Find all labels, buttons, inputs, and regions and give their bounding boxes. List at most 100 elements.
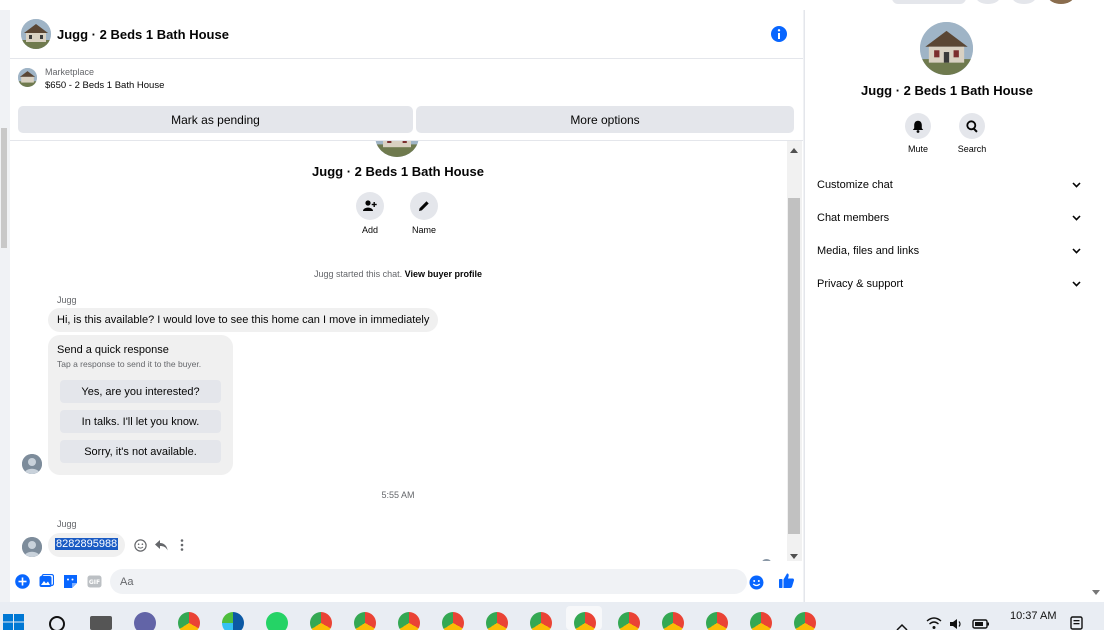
- thumbs-up-icon[interactable]: [778, 572, 795, 589]
- chrome-profile-icon[interactable]: [442, 612, 464, 630]
- name-label: Name: [411, 225, 436, 235]
- conversation-name: Jugg · 2 Beds 1 Bath House: [312, 164, 484, 179]
- battery-icon[interactable]: [972, 617, 990, 630]
- quick-response-subtitle: Tap a response to send it to the buyer.: [57, 359, 202, 369]
- page-scrollbar[interactable]: [0, 10, 9, 602]
- sender-name: Jugg: [57, 295, 77, 305]
- system-text: Jugg started this chat.: [314, 269, 403, 279]
- selected-phone-text[interactable]: 8282895988: [55, 538, 119, 550]
- notification-icon[interactable]: [1070, 616, 1084, 630]
- chrome-profile-icon[interactable]: [398, 612, 420, 630]
- sticker-icon[interactable]: [63, 574, 78, 589]
- message-bubble[interactable]: Hi, is this available? I would love to s…: [48, 308, 439, 332]
- scroll-up-arrow[interactable]: [790, 148, 798, 153]
- sender-avatar[interactable]: [22, 454, 42, 474]
- person-photo-icon: [22, 454, 42, 474]
- section-chat-members[interactable]: Chat members: [817, 208, 1081, 228]
- message-scrollbar[interactable]: [787, 141, 802, 561]
- plus-circle-icon[interactable]: [15, 574, 30, 589]
- top-circle-button[interactable]: [1012, 0, 1036, 4]
- section-privacy-support[interactable]: Privacy & support: [817, 274, 1081, 294]
- mute-button[interactable]: [905, 113, 931, 139]
- mute-label: Mute: [907, 144, 928, 154]
- view-buyer-profile-link[interactable]: View buyer profile: [405, 269, 482, 279]
- top-pill[interactable]: [892, 0, 966, 4]
- wifi-icon[interactable]: [926, 616, 942, 630]
- emoji-icon[interactable]: [749, 575, 764, 590]
- chrome-profile-icon[interactable]: [530, 612, 552, 630]
- more-options-button[interactable]: More options: [416, 106, 794, 133]
- photo-icon[interactable]: [39, 573, 55, 589]
- taskbar: 10:37 AM: [0, 602, 1104, 630]
- edge-app-icon[interactable]: [222, 612, 244, 630]
- search-taskbar-icon[interactable]: [47, 614, 67, 630]
- chat-title[interactable]: Jugg · 2 Beds 1 Bath House: [57, 27, 229, 42]
- react-emoji-icon[interactable]: [133, 538, 147, 552]
- chrome-app-icon[interactable]: [178, 612, 200, 630]
- chrome-profile-icon[interactable]: [618, 612, 640, 630]
- marketplace-bar: Marketplace $650 - 2 Beds 1 Bath House M…: [10, 59, 803, 141]
- chat-started-notice: Jugg started this chat. View buyer profi…: [10, 269, 786, 279]
- listing-avatar[interactable]: [21, 19, 51, 49]
- scroll-down-arrow[interactable]: [1092, 590, 1100, 595]
- reply-icon[interactable]: [154, 538, 168, 552]
- clock-time[interactable]: 10:37 AM: [1010, 610, 1056, 622]
- marketplace-listing-thumb[interactable]: [18, 68, 37, 87]
- tray-chevron-icon[interactable]: [896, 618, 908, 630]
- chrome-profile-icon[interactable]: [486, 612, 508, 630]
- message-input[interactable]: [110, 569, 747, 594]
- whatsapp-app-icon[interactable]: [266, 612, 288, 630]
- message-scrollbar-thumb[interactable]: [788, 198, 800, 534]
- house-photo-icon: [376, 141, 418, 157]
- chrome-profile-icon[interactable]: [662, 612, 684, 630]
- chevron-down-icon: [1072, 215, 1081, 221]
- more-actions-icon[interactable]: [175, 538, 189, 552]
- page-scrollbar-thumb[interactable]: [1, 128, 7, 248]
- account-avatar[interactable]: [1048, 0, 1074, 4]
- quick-response-title: Send a quick response: [57, 344, 169, 356]
- bell-icon: [912, 120, 924, 133]
- chrome-profile-icon[interactable]: [794, 612, 816, 630]
- chat-panel: Jugg · 2 Beds 1 Bath House Marketplace $…: [10, 10, 803, 602]
- read-receipt-avatar: [761, 559, 772, 561]
- section-customize-chat[interactable]: Customize chat: [817, 175, 1081, 195]
- section-media-files-links[interactable]: Media, files and links: [817, 241, 1081, 261]
- search-button[interactable]: [959, 113, 985, 139]
- edit-name-button[interactable]: [410, 192, 438, 220]
- house-photo-icon: [920, 22, 973, 75]
- search-icon: [965, 119, 978, 133]
- quick-response-option[interactable]: Sorry, it's not available.: [60, 440, 221, 463]
- person-photo-icon: [22, 537, 42, 557]
- quick-response-option[interactable]: Yes, are you interested?: [60, 380, 221, 403]
- windows-start-icon[interactable]: [3, 614, 25, 630]
- chrome-profile-icon[interactable]: [750, 612, 772, 630]
- section-label: Media, files and links: [817, 245, 920, 257]
- gif-icon[interactable]: GIF: [87, 574, 102, 589]
- message-bubble[interactable]: 8282895988: [48, 533, 126, 557]
- top-circle-button[interactable]: [976, 0, 1000, 4]
- house-photo-icon: [21, 19, 51, 49]
- chrome-profile-icon-active[interactable]: [574, 612, 596, 630]
- chat-header: Jugg · 2 Beds 1 Bath House: [10, 10, 803, 59]
- chrome-profile-icon[interactable]: [706, 612, 728, 630]
- chrome-profile-icon[interactable]: [354, 612, 376, 630]
- info-icon[interactable]: [770, 25, 788, 43]
- chevron-down-icon: [1072, 182, 1081, 188]
- add-person-button[interactable]: [356, 192, 384, 220]
- pencil-icon: [419, 201, 429, 211]
- chrome-profile-icon[interactable]: [310, 612, 332, 630]
- right-page-scrollbar[interactable]: [1088, 10, 1104, 602]
- listing-title[interactable]: $650 - 2 Beds 1 Bath House: [45, 80, 164, 91]
- mark-as-pending-button[interactable]: Mark as pending: [18, 106, 413, 133]
- task-view-icon[interactable]: [90, 616, 112, 630]
- sender-avatar[interactable]: [22, 537, 42, 557]
- info-panel: Jugg · 2 Beds 1 Bath House Mute Search C…: [804, 10, 1088, 602]
- volume-icon[interactable]: [949, 617, 963, 630]
- section-label: Privacy & support: [817, 278, 904, 290]
- info-panel-name: Jugg · 2 Beds 1 Bath House: [861, 83, 1033, 98]
- scroll-down-arrow[interactable]: [790, 554, 798, 559]
- conversation-avatar: [375, 141, 419, 157]
- info-avatar[interactable]: [920, 22, 973, 75]
- teams-app-icon[interactable]: [134, 612, 156, 630]
- quick-response-option[interactable]: In talks. I'll let you know.: [60, 410, 221, 433]
